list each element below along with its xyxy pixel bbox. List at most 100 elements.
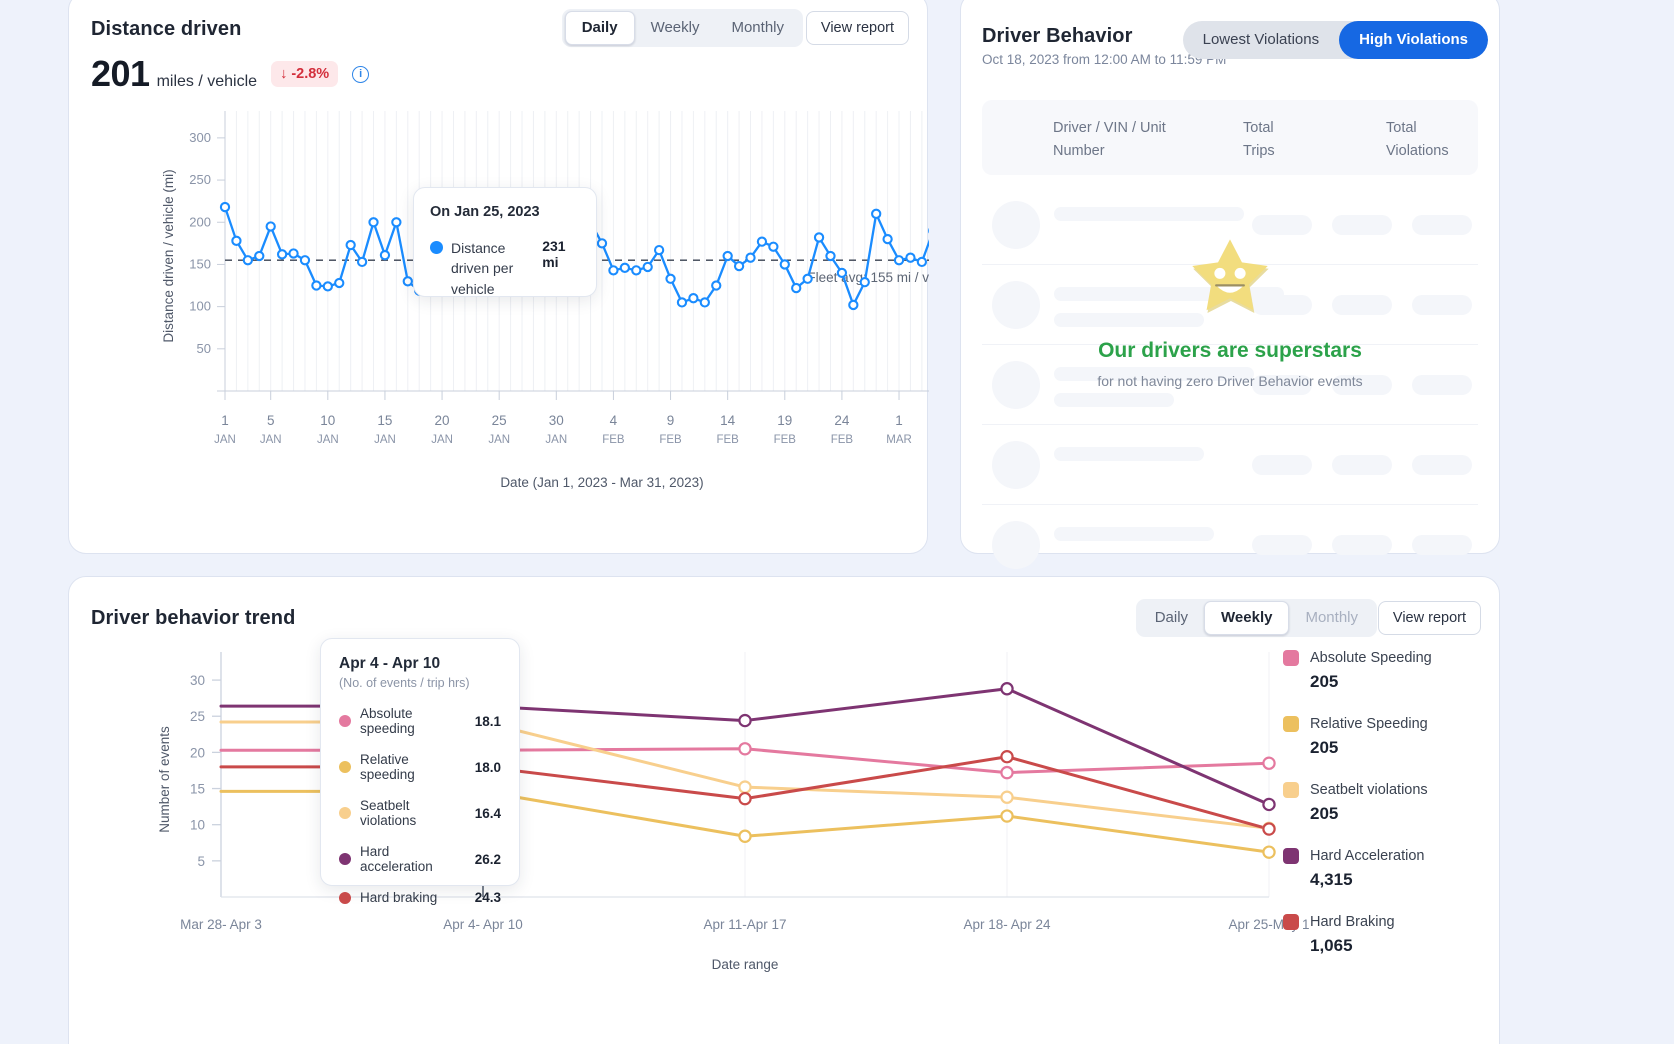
tooltip-series-label: Distance driven per vehicle <box>451 240 514 297</box>
svg-text:150: 150 <box>189 256 211 271</box>
svg-text:JAN: JAN <box>431 434 453 446</box>
series-name: Hard acceleration <box>360 844 433 874</box>
legend-swatch-icon <box>1283 848 1299 864</box>
trend-tab-monthly[interactable]: Monthly <box>1289 602 1374 634</box>
table-row <box>982 505 1478 585</box>
violations-toggle[interactable]: Lowest Violations High Violations <box>1182 21 1488 59</box>
placeholder-bar <box>1252 535 1312 555</box>
svg-text:20: 20 <box>435 413 450 428</box>
tooltip-series-dot-icon <box>430 241 443 254</box>
placeholder-bar <box>1332 535 1392 555</box>
legend-swatch-icon <box>1283 782 1299 798</box>
placeholder-bar <box>1412 535 1472 555</box>
avatar <box>992 521 1040 569</box>
info-icon[interactable]: i <box>352 65 370 83</box>
svg-text:300: 300 <box>189 130 211 145</box>
svg-text:15: 15 <box>377 413 392 428</box>
placeholder-bar <box>1252 455 1312 475</box>
tab-weekly[interactable]: Weekly <box>635 12 716 44</box>
trend-tab-weekly[interactable]: Weekly <box>1204 601 1290 635</box>
trend-tab-daily[interactable]: Daily <box>1139 602 1204 634</box>
svg-text:Date range: Date range <box>712 957 779 972</box>
kpi-delta-badge: ↓ -2.8% <box>271 61 339 87</box>
avatar <box>992 441 1040 489</box>
distance-chart-tooltip: On Jan 25, 2023 Distance driven per vehi… <box>413 187 597 297</box>
pill-lowest-violations[interactable]: Lowest Violations <box>1183 21 1339 59</box>
distance-period-toggle[interactable]: Daily Weekly Monthly <box>561 9 803 47</box>
svg-text:JAN: JAN <box>260 434 282 446</box>
tooltip-series-value: 231 mi <box>542 238 566 270</box>
trend-tooltip-row: Hard braking 24.3 <box>339 890 501 905</box>
svg-text:FEB: FEB <box>831 434 854 446</box>
legend-label: Hard Braking <box>1310 914 1395 930</box>
series-value: 26.2 <box>474 851 501 867</box>
svg-text:15: 15 <box>190 782 205 797</box>
distance-card-title: Distance driven <box>91 18 242 40</box>
svg-text:20: 20 <box>190 745 205 760</box>
svg-text:JAN: JAN <box>374 434 396 446</box>
series-name: Absolute speeding <box>360 706 415 736</box>
series-name: Relative speeding <box>360 752 415 782</box>
legend-label: Relative Speeding <box>1310 716 1428 732</box>
legend-swatch-icon <box>1283 650 1299 666</box>
distance-kpi: 201 miles / vehicle ↓ -2.8% i <box>91 53 370 95</box>
pill-high-violations[interactable]: High Violations <box>1339 21 1488 59</box>
dashboard-page: Distance driven Daily Weekly Monthly Vie… <box>0 0 1674 1044</box>
legend-item[interactable]: Relative Speeding 205 <box>1283 716 1483 758</box>
svg-text:FEB: FEB <box>659 434 682 446</box>
series-dot-icon <box>339 761 351 773</box>
legend-item[interactable]: Seatbelt violations 205 <box>1283 782 1483 824</box>
legend-label: Hard Acceleration <box>1310 848 1425 864</box>
series-dot-icon <box>339 807 351 819</box>
legend-value: 205 <box>1310 804 1339 823</box>
legend-value: 4,315 <box>1310 870 1353 889</box>
legend-label: Absolute Speeding <box>1310 650 1432 666</box>
placeholder-bar <box>1332 455 1392 475</box>
empty-state-subtitle: for not having zero Driver Behavior evem… <box>1097 373 1363 389</box>
trend-view-report-button[interactable]: View report <box>1377 601 1481 635</box>
trend-tooltip-row: Absolute speeding 18.1 <box>339 706 501 736</box>
series-value: 16.4 <box>474 805 501 821</box>
distance-view-report-button[interactable]: View report <box>805 11 909 45</box>
svg-text:Mar 28- Apr 3: Mar 28- Apr 3 <box>180 917 262 932</box>
table-row <box>982 425 1478 505</box>
svg-text:14: 14 <box>720 413 736 428</box>
delta-arrow-icon: ↓ <box>280 66 288 82</box>
delta-value: -2.8% <box>291 66 330 82</box>
svg-text:30: 30 <box>549 413 564 428</box>
series-value: 24.3 <box>474 890 501 905</box>
star-smiling-icon <box>1192 239 1269 313</box>
series-name: Hard braking <box>360 890 438 905</box>
svg-text:Number of events: Number of events <box>157 726 172 833</box>
legend-value: 205 <box>1310 738 1339 757</box>
trend-legend: Absolute Speeding 205 Relative Speeding 205… <box>1283 650 1483 980</box>
svg-text:Distance driven / vehicle (mi): Distance driven / vehicle (mi) <box>161 169 176 342</box>
behavior-card-title: Driver Behavior <box>982 25 1133 47</box>
trend-card-title: Driver behavior trend <box>91 607 296 629</box>
trend-period-toggle[interactable]: Daily Weekly Monthly <box>1135 599 1377 637</box>
svg-text:19: 19 <box>777 413 792 428</box>
legend-value: 205 <box>1310 672 1339 691</box>
svg-text:JAN: JAN <box>545 434 567 446</box>
svg-text:250: 250 <box>189 172 211 187</box>
legend-item[interactable]: Hard Acceleration 4,315 <box>1283 848 1483 890</box>
placeholder-bar <box>1412 455 1472 475</box>
legend-item[interactable]: Absolute Speeding 205 <box>1283 650 1483 692</box>
svg-text:MAR: MAR <box>886 434 912 446</box>
tab-daily[interactable]: Daily <box>564 11 635 45</box>
svg-text:10: 10 <box>320 413 335 428</box>
svg-text:9: 9 <box>667 413 675 428</box>
tooltip-date: On Jan 25, 2023 <box>430 204 540 220</box>
svg-text:30: 30 <box>190 673 205 688</box>
behavior-empty-state: Our drivers are superstars for not havin… <box>982 232 1478 389</box>
tab-monthly[interactable]: Monthly <box>715 12 800 44</box>
trend-tooltip-row: Relative speeding 18.0 <box>339 752 501 782</box>
kpi-value: 201 <box>91 53 150 94</box>
column-driver-vin-unit: Driver / VIN / Unit Number <box>1053 120 1166 160</box>
svg-text:24: 24 <box>834 413 850 428</box>
series-dot-icon <box>339 891 351 904</box>
legend-item[interactable]: Hard Braking 1,065 <box>1283 914 1483 956</box>
legend-label: Seatbelt violations <box>1310 782 1428 798</box>
svg-text:JAN: JAN <box>317 434 339 446</box>
legend-swatch-icon <box>1283 914 1299 930</box>
